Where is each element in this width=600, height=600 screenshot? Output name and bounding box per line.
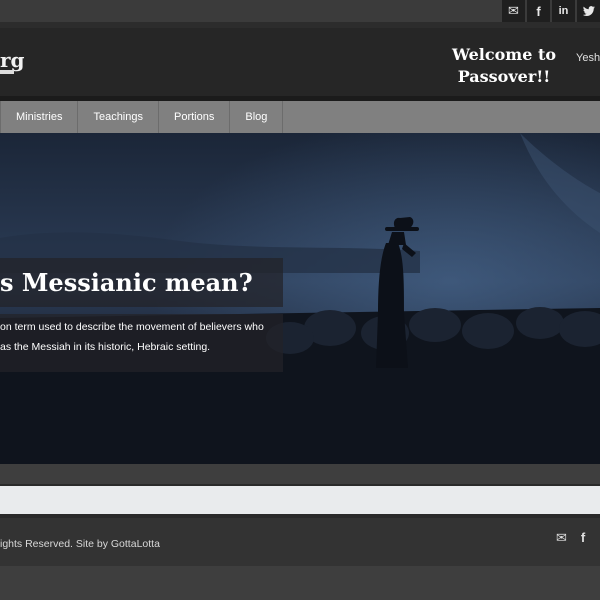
site-logo-tagline-mark [0,70,14,74]
nav-item-portions[interactable]: Portions [159,101,231,133]
light-band [0,486,600,514]
welcome-banner: Welcome to Passover!! [448,44,560,88]
facebook-icon[interactable]: f [527,0,550,22]
welcome-line-1: Welcome to [451,45,557,64]
top-social-links: ✉ f in [500,0,600,22]
nav-item-ministries[interactable]: Ministries [0,101,79,133]
footer-social-links: ✉ f [556,530,599,546]
hero-text-line-2: as the Messiah in its historic, Hebraic … [0,341,211,353]
hero-title: s Messianic mean? [0,268,253,297]
header-right-text: Yeshu [576,52,600,64]
twitter-bird-shape [582,6,595,16]
content-gap [0,464,600,484]
linkedin-icon[interactable]: in [552,0,575,22]
nav-item-blog[interactable]: Blog [230,101,284,133]
site-logo-text[interactable]: rg [0,48,25,72]
site-footer: ights Reserved. Site by GottaLotta ✉ f [0,518,600,566]
email-icon[interactable]: ✉ [502,0,525,22]
main-navigation: Ministries Teachings Portions Blog [0,101,600,133]
footer-email-icon[interactable]: ✉ [556,530,567,546]
hero-text-line-1: on term used to describe the movement of… [0,321,264,333]
welcome-line-2: Passover!! [457,67,551,86]
twitter-icon[interactable] [577,0,600,22]
nav-item-teachings[interactable]: Teachings [78,101,159,133]
page-bottom [0,566,600,600]
footer-copyright: ights Reserved. Site by GottaLotta [0,538,160,550]
hero-caption-title: s Messianic mean? [0,258,283,307]
footer-facebook-icon[interactable]: f [581,530,585,546]
hero-caption-body: on term used to describe the movement of… [0,314,283,372]
